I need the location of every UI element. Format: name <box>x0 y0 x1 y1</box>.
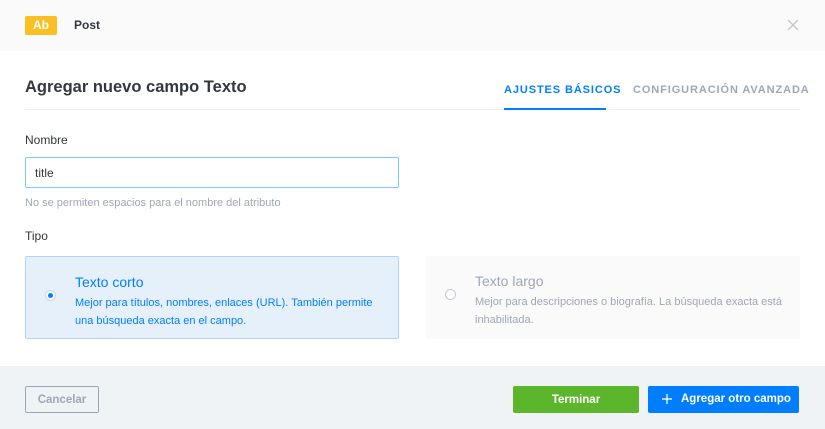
type-option-short-text[interactable]: Texto corto Mejor para títulos, nombres,… <box>25 256 399 339</box>
option-description: Mejor para títulos, nombres, enlaces (UR… <box>75 297 373 327</box>
plus-icon <box>662 394 672 404</box>
cancel-button[interactable]: Cancelar <box>25 386 99 413</box>
active-tab-indicator <box>504 108 606 110</box>
name-input[interactable] <box>25 157 399 188</box>
option-description: Mejor para descripciones o biografía. La… <box>475 296 782 326</box>
modal-header-bar: Ab Post <box>0 0 825 51</box>
name-hint: No se permiten espacios para el nombre d… <box>25 197 281 209</box>
radio-unselected-icon[interactable] <box>445 289 456 300</box>
finish-button[interactable]: Terminar <box>513 386 639 413</box>
content-type-badge: Ab <box>25 16 57 35</box>
type-option-long-text[interactable]: Texto largo Mejor para descripciones o b… <box>426 256 800 339</box>
add-another-field-button[interactable]: Agregar otro campo <box>648 386 799 413</box>
content-type-name: Post <box>74 18 101 32</box>
add-another-field-label: Agregar otro campo <box>681 393 791 405</box>
close-icon[interactable] <box>786 18 800 32</box>
tab-advanced-settings[interactable]: CONFIGURACIÓN AVANZADA <box>633 84 810 96</box>
option-title: Texto largo <box>475 273 544 289</box>
header-divider <box>25 109 800 110</box>
tab-basic-settings[interactable]: AJUSTES BÁSICOS <box>504 84 621 96</box>
option-title: Texto corto <box>75 274 144 290</box>
radio-selected-icon[interactable] <box>45 290 56 301</box>
modal-title: Agregar nuevo campo Texto <box>25 78 247 96</box>
type-label: Tipo <box>25 229 48 243</box>
modal-footer: Cancelar Terminar Agregar otro campo <box>0 366 825 429</box>
name-label: Nombre <box>25 133 68 147</box>
